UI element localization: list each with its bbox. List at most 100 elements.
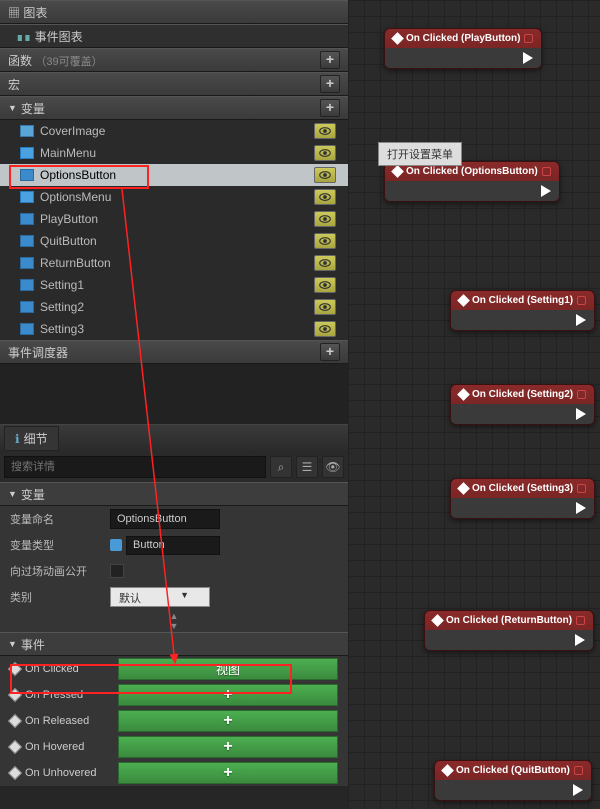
variable-item[interactable]: OptionsMenu [0, 186, 348, 208]
visibility-toggle[interactable] [314, 299, 336, 315]
event-bind-button[interactable]: 视图 [118, 658, 338, 680]
exec-pin[interactable] [576, 314, 586, 326]
event-node[interactable]: On Clicked (Setting2) [450, 384, 595, 425]
details-tab[interactable]: ℹ细节 [4, 426, 59, 451]
variable-item[interactable]: Setting1 [0, 274, 348, 296]
variable-item[interactable]: MainMenu [0, 142, 348, 164]
eye-icon[interactable]: 👁 [322, 456, 344, 478]
event-node-title: On Clicked (ReturnButton) [446, 615, 572, 626]
add-function-button[interactable]: + [320, 51, 340, 69]
prop-category-row: 类别默认 ▼ [0, 584, 348, 610]
event-label: On Hovered [25, 741, 84, 753]
variable-type-icon [20, 257, 34, 269]
variables-list: CoverImage MainMenu OptionsButton OptionsMe… [0, 120, 348, 340]
visibility-toggle[interactable] [314, 145, 336, 161]
event-diamond-icon [8, 766, 22, 780]
category-select[interactable]: 默认 ▼ [110, 587, 210, 607]
event-node[interactable]: On Clicked (Setting1) [450, 290, 595, 331]
section-dispatchers[interactable]: 事件调度器+ [0, 340, 348, 364]
event-node-title: On Clicked (OptionsButton) [406, 166, 538, 177]
event-bind-button[interactable]: + [118, 736, 338, 758]
variable-item[interactable]: CoverImage [0, 120, 348, 142]
chevron-down-icon: ▼ [8, 489, 17, 499]
variable-type-icon [20, 323, 34, 335]
section-eventgraph[interactable]: ∎∎ 事件图表 [0, 24, 348, 48]
exec-pin[interactable] [576, 502, 586, 514]
chevron-down-icon: ▼ [8, 639, 17, 649]
event-bind-button[interactable]: + [118, 710, 338, 732]
event-diamond-icon [8, 740, 22, 754]
section-variables[interactable]: ▼变量+ [0, 96, 348, 120]
event-node-icon [391, 165, 404, 178]
exec-pin[interactable] [576, 408, 586, 420]
variable-item[interactable]: OptionsButton [0, 164, 348, 186]
variable-name: QuitButton [40, 234, 97, 248]
exec-pin[interactable] [573, 784, 583, 796]
event-bind-button[interactable]: + [118, 684, 338, 706]
type-color-icon [110, 539, 122, 551]
add-dispatcher-button[interactable]: + [320, 343, 340, 361]
event-node[interactable]: On Clicked (PlayButton) [384, 28, 542, 69]
expand-handle[interactable]: ▲▼ [0, 610, 348, 632]
event-node-icon [391, 32, 404, 45]
visibility-toggle[interactable] [314, 277, 336, 293]
variable-name: OptionsMenu [40, 190, 111, 204]
variable-item[interactable]: Setting3 [0, 318, 348, 340]
visibility-toggle[interactable] [314, 255, 336, 271]
prop-type-row: 变量类型Button [0, 532, 348, 558]
search-icon[interactable]: ⌕ [270, 456, 292, 478]
variable-name: Setting1 [40, 278, 84, 292]
variable-type-icon [20, 169, 34, 181]
event-label: On Unhovered [25, 767, 97, 779]
exec-pin[interactable] [523, 52, 533, 64]
visibility-toggle[interactable] [314, 233, 336, 249]
variable-name-input[interactable] [110, 509, 220, 529]
add-macro-button[interactable]: + [320, 75, 340, 93]
variable-type-icon [20, 125, 34, 137]
exec-pin[interactable] [541, 185, 551, 197]
node-pin-icon [577, 390, 586, 399]
variable-item[interactable]: Setting2 [0, 296, 348, 318]
exec-pin[interactable] [575, 634, 585, 646]
section-functions[interactable]: 函数 （39可覆盖）+ [0, 48, 348, 72]
event-row: On Pressed+ [0, 682, 348, 708]
visibility-toggle[interactable] [314, 167, 336, 183]
section-graph[interactable]: ▦ 图表 [0, 0, 348, 24]
node-pin-icon [574, 766, 583, 775]
add-variable-button[interactable]: + [320, 99, 340, 117]
node-pin-icon [576, 616, 585, 625]
variable-type-select[interactable]: Button [126, 536, 220, 555]
event-node[interactable]: On Clicked (Setting3) [450, 478, 595, 519]
search-input[interactable] [4, 456, 266, 478]
event-node-icon [457, 482, 470, 495]
variable-type-icon [20, 191, 34, 203]
list-view-icon[interactable]: ☰ [296, 456, 318, 478]
expose-checkbox[interactable] [110, 564, 124, 578]
event-bind-button[interactable]: + [118, 762, 338, 784]
visibility-toggle[interactable] [314, 123, 336, 139]
prop-name-row: 变量命名 [0, 506, 348, 532]
section-var-details[interactable]: ▼变量 [0, 482, 348, 506]
event-row: On Released + [0, 708, 348, 734]
variable-item[interactable]: ReturnButton [0, 252, 348, 274]
tooltip: 打开设置菜单 [378, 142, 462, 166]
event-node[interactable]: On Clicked (ReturnButton) [424, 610, 594, 651]
variable-name: OptionsButton [40, 168, 116, 182]
node-pin-icon [542, 167, 551, 176]
variable-item[interactable]: PlayButton [0, 208, 348, 230]
section-macros[interactable]: 宏+ [0, 72, 348, 96]
visibility-toggle[interactable] [314, 321, 336, 337]
visibility-toggle[interactable] [314, 189, 336, 205]
event-node-title: On Clicked (Setting3) [472, 483, 573, 494]
event-label: On Released [25, 715, 89, 727]
event-node[interactable]: On Clicked (QuitButton) [434, 760, 592, 801]
visibility-toggle[interactable] [314, 211, 336, 227]
variable-item[interactable]: QuitButton [0, 230, 348, 252]
variable-type-icon [20, 301, 34, 313]
prop-expose-row: 向过场动画公开 [0, 558, 348, 584]
variable-name: MainMenu [40, 146, 96, 160]
section-events[interactable]: ▼事件 [0, 632, 348, 656]
variable-name: CoverImage [40, 124, 105, 138]
event-diamond-icon [8, 688, 22, 702]
event-node[interactable]: On Clicked (OptionsButton) [384, 161, 560, 202]
